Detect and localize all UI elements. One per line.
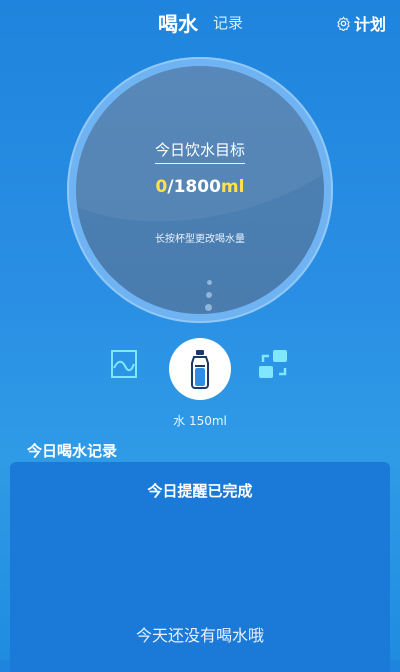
top-bar: 喝水 记录 计划 bbox=[0, 0, 400, 44]
bubble bbox=[206, 292, 212, 298]
water-bottle-button[interactable] bbox=[169, 338, 231, 400]
reminder-status: 今日提醒已完成 bbox=[147, 482, 253, 500]
goal-divider bbox=[155, 163, 245, 164]
tab-drink-water[interactable]: 喝水 bbox=[158, 8, 198, 37]
goal-progress-circle[interactable]: 今日饮水目标 0/1800ml 长按杯型更改喝水量 bbox=[67, 57, 333, 323]
plan-button[interactable]: 计划 bbox=[336, 11, 386, 35]
water-bottle-icon bbox=[191, 350, 209, 389]
cup-label: 水 150ml bbox=[173, 414, 227, 428]
goal-progress-text: 0/1800ml bbox=[67, 177, 333, 197]
change-cup-hint: 长按杯型更改喝水量 bbox=[155, 234, 245, 245]
intake-unit: ml bbox=[220, 177, 245, 197]
plan-label: 计划 bbox=[353, 15, 386, 34]
records-section-title: 今日喝水记录 bbox=[27, 442, 118, 460]
cup-toolbar bbox=[0, 338, 400, 400]
current-intake: 0 bbox=[155, 177, 168, 197]
records-card: 今日提醒已完成 今天还没有喝水哦 bbox=[10, 462, 390, 672]
bubble bbox=[207, 280, 212, 285]
gear-icon bbox=[337, 15, 350, 31]
goal-label: 今日饮水目标 bbox=[154, 141, 245, 159]
image-frame-icon[interactable] bbox=[111, 350, 137, 378]
switch-cup-icon[interactable] bbox=[257, 348, 291, 382]
bubble bbox=[205, 304, 212, 311]
tab-records[interactable]: 记录 bbox=[213, 12, 243, 33]
wave-line-icon bbox=[113, 360, 135, 372]
target-intake: /1800 bbox=[167, 177, 221, 197]
empty-records-message: 今天还没有喝水哦 bbox=[135, 626, 264, 645]
swap-icon bbox=[259, 350, 287, 378]
